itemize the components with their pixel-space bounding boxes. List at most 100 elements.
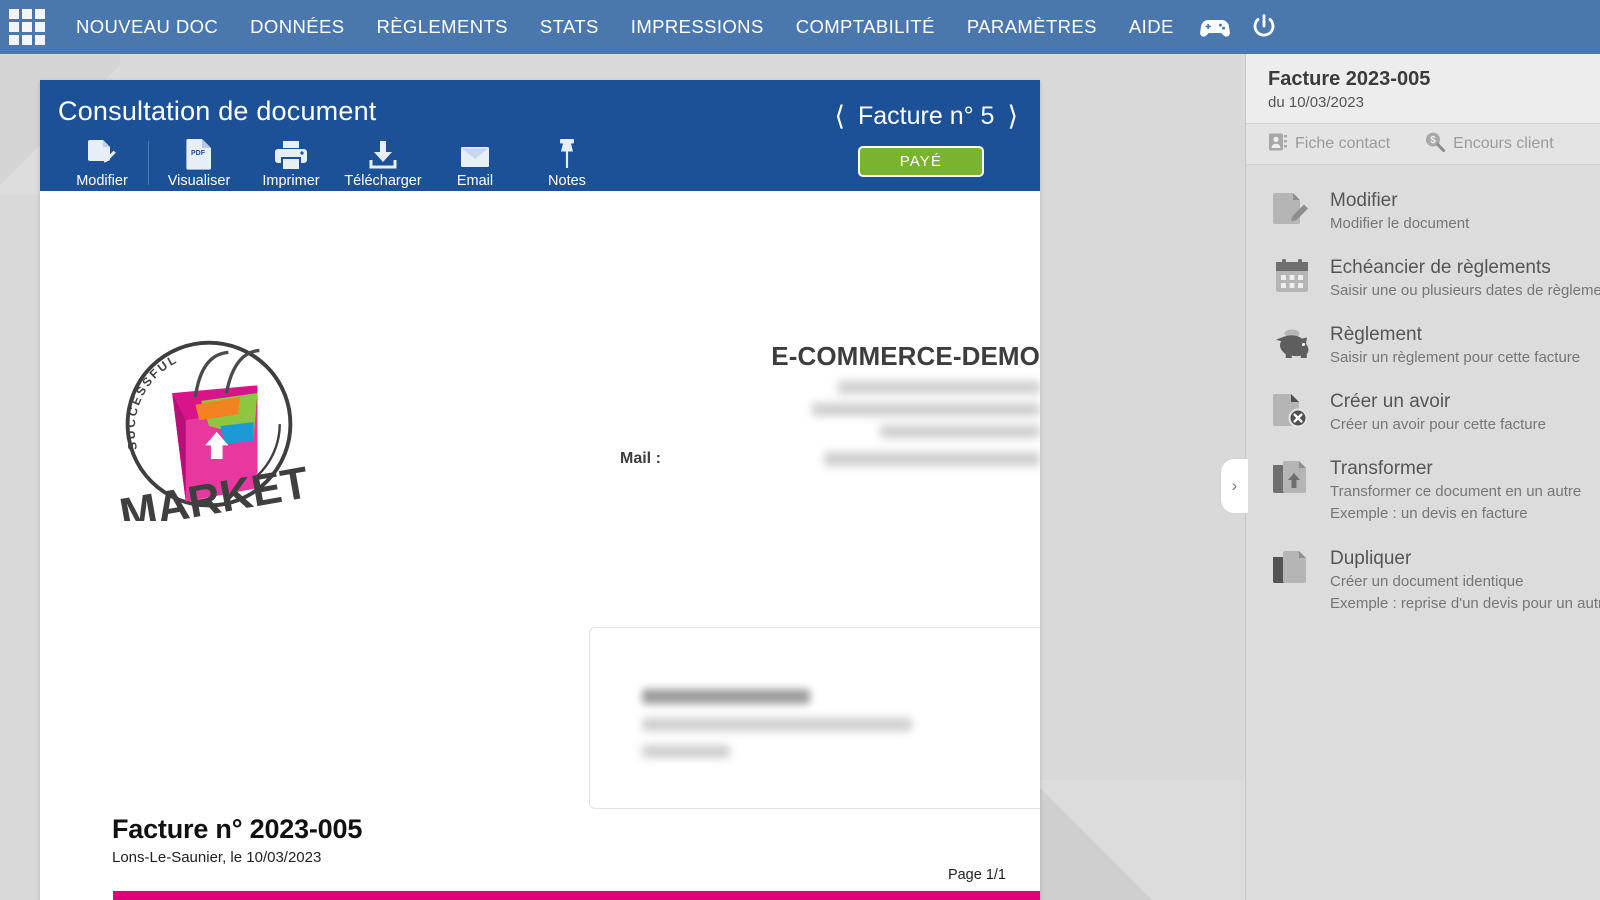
invoice-line-table: Ref. Détails Qté PU HT TVA Total HT Pomm… [112,891,1040,900]
background-shade-bottom-right [1040,780,1270,900]
page-indicator: Page 1/1 [947,867,1006,883]
mail-label: Mail : [620,450,661,467]
document-header: Consultation de document ⟨ Facture n° 5 … [40,80,1040,191]
document-edit-icon [1268,189,1316,231]
top-navigation-items: NOUVEAU DOC DONNÉES RÈGLEMENTS STATS IMP… [60,0,1288,54]
action-dupliquer[interactable]: Dupliquer Créer un document identique Ex… [1268,537,1600,626]
nav-item-comptabilite[interactable]: COMPTABILITÉ [780,0,951,54]
action-transformer-desc-1: Transformer ce document en un autre [1330,483,1582,501]
power-icon[interactable] [1240,13,1288,41]
column-header-pu-ht: PU HT [710,891,823,900]
company-mail-row: Mail : [620,450,1040,468]
tab-encours-client-label: Encours client [1453,135,1554,152]
side-document-date: du 10/03/2023 [1268,94,1364,111]
nav-item-donnees[interactable]: DONNÉES [234,0,360,54]
action-transformer-title: Transformer [1330,458,1433,480]
contact-card-icon [1268,132,1288,157]
action-creer-avoir[interactable]: Créer un avoir Créer un avoir pour cette… [1268,380,1600,447]
telecharger-button[interactable]: Télécharger [337,136,429,189]
column-header-ref: Ref. [112,891,226,900]
envelope-icon [460,136,490,170]
notes-button[interactable]: Notes [521,136,613,189]
company-logo: SUCCESSFUL PURCHASE MARKET [107,322,313,540]
customer-address-box [589,627,1040,809]
invoice-table-header: Ref. Détails Qté PU HT TVA Total HT [112,891,1040,900]
customer-name-redacted [642,689,810,704]
magnifier-dollar-icon: $ [1424,131,1446,158]
modifier-label: Modifier [76,173,128,189]
gamepad-icon[interactable] [1190,16,1240,38]
action-echeancier-text: Echéancier de règlements Saisir une ou p… [1330,256,1600,301]
nav-item-impressions[interactable]: IMPRESSIONS [615,0,780,54]
column-header-total-ht: Total HT [926,891,1040,900]
imprimer-label: Imprimer [262,173,320,189]
chevron-left-icon[interactable]: ⟨ [834,103,845,130]
status-badge[interactable]: PAYÉ [857,146,984,177]
column-header-tva: TVA [822,891,927,900]
document-edit-icon [87,136,117,170]
customer-city-redacted [642,745,730,758]
company-mail-redacted [824,452,1040,466]
document-transform-icon [1268,457,1316,499]
modifier-button[interactable]: Modifier [56,136,148,189]
table-header-row: Ref. Détails Qté PU HT TVA Total HT [112,891,1040,900]
action-dupliquer-desc-2: Exemple : reprise d'un devis pour un aut… [1330,594,1600,612]
nav-item-stats[interactable]: STATS [524,0,615,54]
imprimer-button[interactable]: Imprimer [245,136,337,189]
customer-street-redacted [642,718,912,731]
action-reglement-desc-1: Saisir un règlement pour cette facture [1330,349,1581,367]
action-echeancier-title: Echéancier de règlements [1330,257,1551,279]
action-echeancier[interactable]: Echéancier de règlements Saisir une ou p… [1268,246,1600,313]
column-header-details: Détails [225,891,638,900]
document-cancel-icon [1268,390,1316,432]
email-label: Email [456,173,494,189]
tab-fiche-contact[interactable]: Fiche contact [1268,132,1390,157]
action-dupliquer-desc-1: Créer un document identique [1330,572,1524,590]
telecharger-label: Télécharger [344,173,422,189]
action-dupliquer-text: Dupliquer Créer un document identique Ex… [1330,547,1600,614]
company-address-line-1-redacted [838,381,1040,394]
app-root: NOUVEAU DOC DONNÉES RÈGLEMENTS STATS IMP… [0,0,1600,900]
svg-text:PDF: PDF [191,150,206,157]
toolbar-divider [148,141,149,185]
action-creer-avoir-text: Créer un avoir Créer un avoir pour cette… [1330,390,1546,435]
svg-text:$: $ [1430,135,1436,146]
top-navigation-bar: NOUVEAU DOC DONNÉES RÈGLEMENTS STATS IMP… [0,0,1600,54]
pin-icon [555,136,579,170]
nav-item-aide[interactable]: AIDE [1113,0,1190,54]
tab-encours-client[interactable]: $ Encours client [1424,131,1554,158]
pdf-file-icon: PDF [186,136,212,170]
action-transformer-text: Transformer Transformer ce document en u… [1330,457,1581,524]
nav-item-nouveau-doc[interactable]: NOUVEAU DOC [60,0,234,54]
side-document-title: Facture 2023-005 [1268,68,1431,90]
action-transformer[interactable]: Transformer Transformer ce document en u… [1268,447,1600,536]
email-button[interactable]: Email [429,136,521,189]
action-reglement-text: Règlement Saisir un règlement pour cette… [1330,323,1580,368]
company-address-line-2-redacted [812,403,1040,416]
grid-apps-glyph [9,9,45,45]
piggy-bank-icon [1268,323,1316,365]
company-block: E-COMMERCE-DEMO Mail : [620,341,1040,468]
company-phone-redacted [880,425,1040,438]
action-modifier[interactable]: Modifier Modifier le document [1268,179,1600,246]
side-panel-tabs: Fiche contact $ Encours client [1246,124,1600,165]
action-reglement[interactable]: Règlement Saisir un règlement pour cette… [1268,313,1600,380]
printer-icon [275,136,307,170]
action-reglement-title: Règlement [1330,324,1422,346]
nav-item-parametres[interactable]: PARAMÈTRES [951,0,1113,54]
side-panel-actions: Modifier Modifier le document Echéancier… [1246,165,1600,626]
side-panel-document-summary: Facture 2023-005 du 10/03/2023 [1246,54,1600,124]
invoice-page: SUCCESSFUL PURCHASE MARKET E-COMMERCE [40,191,1040,900]
action-creer-avoir-title: Créer un avoir [1330,391,1451,413]
visualiser-button[interactable]: PDF Visualiser [153,136,245,189]
panel-collapse-chevron-right-icon[interactable]: › [1220,458,1248,514]
action-modifier-text: Modifier Modifier le document [1330,189,1469,234]
company-name: E-COMMERCE-DEMO [771,341,1040,371]
nav-item-reglements[interactable]: RÈGLEMENTS [360,0,523,54]
chevron-right-icon[interactable]: ⟩ [1007,103,1018,130]
grid-apps-icon[interactable] [0,0,54,54]
action-transformer-desc-2: Exemple : un devis en facture [1330,505,1528,523]
invoice-title: Facture n° 2023-005 [112,814,363,844]
document-toolbar: Modifier PDF Visualiser Imprimer Télécha… [56,136,613,189]
action-creer-avoir-desc-1: Créer un avoir pour cette facture [1330,416,1546,434]
